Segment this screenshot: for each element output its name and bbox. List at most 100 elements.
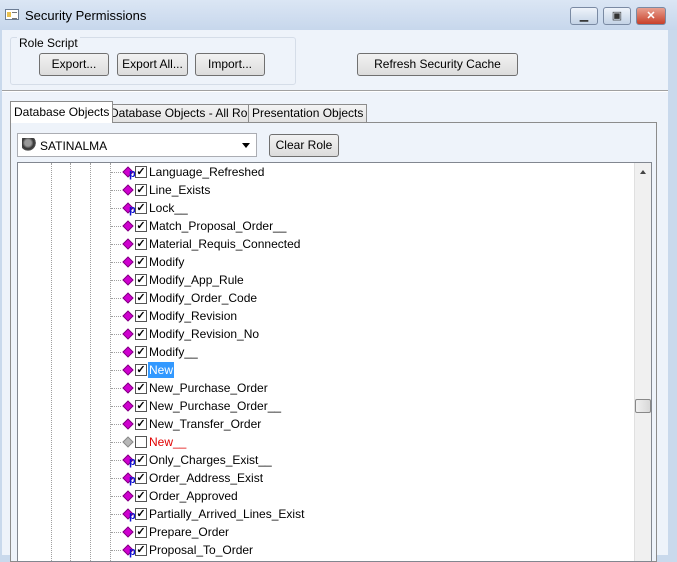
- tree-item[interactable]: ✓ New_Purchase_Order: [18, 379, 633, 397]
- tree-item-label: Modify_App_Rule: [149, 273, 244, 287]
- permission-checkbox[interactable]: ✓: [135, 508, 147, 520]
- tree-item[interactable]: p ✓ Lock__: [18, 199, 633, 217]
- permission-checkbox[interactable]: ✓: [135, 400, 147, 412]
- close-button[interactable]: ✕: [636, 7, 666, 25]
- permission-checkbox[interactable]: ✓: [135, 328, 147, 340]
- tree-item[interactable]: ✓ Modify_Order_Code: [18, 289, 633, 307]
- tree-connector: [111, 478, 121, 479]
- tree-item[interactable]: p ✓ Proposal_To_Order: [18, 541, 633, 559]
- maximize-button[interactable]: ▣: [603, 7, 631, 25]
- permission-checkbox[interactable]: ✓: [135, 184, 147, 196]
- role-select-value: SATINALMA: [40, 139, 108, 153]
- tree-connector: [111, 496, 121, 497]
- tab-presentation-objects[interactable]: Presentation Objects: [248, 104, 368, 122]
- tree-item[interactable]: ✓ Material_Requis_Connected: [18, 235, 633, 253]
- permission-checkbox[interactable]: ✓: [135, 220, 147, 232]
- tree-item[interactable]: p ✓ Order_Address_Exist: [18, 469, 633, 487]
- tree-connector: [111, 514, 121, 515]
- tree-item-label: New: [148, 362, 175, 378]
- tree-item-label: Language_Refreshed: [149, 165, 265, 179]
- export-all-button[interactable]: Export All...: [117, 53, 188, 76]
- clear-role-button[interactable]: Clear Role: [269, 134, 339, 157]
- permission-checkbox[interactable]: ✓: [135, 472, 147, 484]
- permission-checkbox[interactable]: ✓: [135, 346, 147, 358]
- permission-checkbox[interactable]: ✓: [135, 364, 147, 376]
- tab-database-objects[interactable]: Database Objects: [10, 101, 114, 123]
- tree-item-label: New_Purchase_Order: [149, 381, 268, 395]
- permission-checkbox[interactable]: ✓: [135, 382, 147, 394]
- permission-checkbox[interactable]: ✓: [135, 274, 147, 286]
- tree-item[interactable]: p ✓ Partially_Arrived_Lines_Exist: [18, 505, 633, 523]
- method-icon: [122, 418, 134, 430]
- tree-connector: [111, 334, 121, 335]
- permission-checkbox[interactable]: ✓: [135, 202, 147, 214]
- tree-connector: [111, 244, 121, 245]
- tree-item[interactable]: ✓ Prepare_Order: [18, 523, 633, 541]
- tree-item[interactable]: ✓ Modify_Revision_No: [18, 325, 633, 343]
- tree-item-label: Modify_Revision_No: [149, 327, 260, 341]
- export-button[interactable]: Export...: [39, 53, 109, 76]
- method-icon: [122, 256, 134, 268]
- tree-item[interactable]: ✓ Modify: [18, 253, 633, 271]
- tree-item-label: Modify: [149, 255, 185, 269]
- permission-checkbox[interactable]: ✓: [135, 310, 147, 322]
- permission-checkbox[interactable]: ✓: [135, 292, 147, 304]
- permission-checkbox[interactable]: ✓: [135, 526, 147, 538]
- method-icon: [122, 346, 134, 358]
- minimize-button[interactable]: ▁: [570, 7, 598, 25]
- tree-item[interactable]: New__: [18, 433, 633, 451]
- tree-item[interactable]: ✓ Modify_App_Rule: [18, 271, 633, 289]
- permission-checkbox[interactable]: ✓: [135, 256, 147, 268]
- permission-checkbox[interactable]: ✓: [135, 238, 147, 250]
- chevron-down-icon[interactable]: [242, 143, 250, 148]
- method-icon: [122, 310, 134, 322]
- tree-connector: [111, 208, 121, 209]
- tree-item[interactable]: ✓ New_Purchase_Order__: [18, 397, 633, 415]
- tree-item[interactable]: p ✓ Language_Refreshed: [18, 163, 633, 181]
- scrollbar-thumb[interactable]: [635, 399, 651, 413]
- tree-item-label: Prepare_Order: [149, 525, 230, 539]
- tree-item-label: New_Purchase_Order__: [149, 399, 282, 413]
- import-button[interactable]: Import...: [195, 53, 265, 76]
- tree-item[interactable]: ✓ Line_Exists: [18, 181, 633, 199]
- tree-item-label: Line_Exists: [149, 183, 211, 197]
- tree-connector: [111, 460, 121, 461]
- tree-item-label: New__: [149, 435, 187, 449]
- tree-item-label: Lock__: [149, 201, 188, 215]
- tree-connector: [111, 370, 121, 371]
- permission-checkbox[interactable]: ✓: [135, 166, 147, 178]
- window-border: [668, 30, 677, 555]
- tree-item[interactable]: p ✓ Only_Charges_Exist__: [18, 451, 633, 469]
- tab-panel: SATINALMA Clear Role p ✓ Language_Refreshe…: [10, 122, 657, 562]
- tree-item[interactable]: ✓ New: [18, 361, 633, 379]
- tree-connector: [111, 550, 121, 551]
- tab-database-objects-all-roles[interactable]: Database Objects - All Roles: [106, 104, 267, 122]
- tree-connector: [111, 316, 121, 317]
- vertical-scrollbar[interactable]: [634, 163, 651, 561]
- tree-item[interactable]: ✓ New_Transfer_Order: [18, 415, 633, 433]
- permission-checkbox[interactable]: ✓: [135, 490, 147, 502]
- refresh-security-cache-button[interactable]: Refresh Security Cache: [357, 53, 518, 76]
- tree-item-label: Match_Proposal_Order__: [149, 219, 287, 233]
- permission-checkbox[interactable]: ✓: [135, 454, 147, 466]
- tree-item[interactable]: ✓ Modify__: [18, 343, 633, 361]
- permission-checkbox[interactable]: ✓: [135, 418, 147, 430]
- permission-checkbox[interactable]: [135, 436, 147, 448]
- tree-connector: [111, 424, 121, 425]
- method-icon: [122, 436, 134, 448]
- method-icon: [122, 238, 134, 250]
- tree-item[interactable]: ✓ Match_Proposal_Order__: [18, 217, 633, 235]
- tree-item[interactable]: ✓ Order_Approved: [18, 487, 633, 505]
- permission-checkbox[interactable]: ✓: [135, 544, 147, 556]
- role-icon: [22, 138, 37, 152]
- tree-connector: [111, 298, 121, 299]
- tree-connector: [111, 406, 121, 407]
- tree-connector: [111, 352, 121, 353]
- permissions-tree[interactable]: p ✓ Language_Refreshed ✓ Line_Exists p ✓ Lock__…: [17, 162, 652, 562]
- scroll-up-arrow-icon[interactable]: [640, 170, 646, 174]
- tree-connector: [111, 442, 121, 443]
- tree-connector: [111, 532, 121, 533]
- tree-item[interactable]: ✓ Modify_Revision: [18, 307, 633, 325]
- role-select[interactable]: SATINALMA: [17, 133, 257, 157]
- tree-item-label: New_Transfer_Order: [149, 417, 262, 431]
